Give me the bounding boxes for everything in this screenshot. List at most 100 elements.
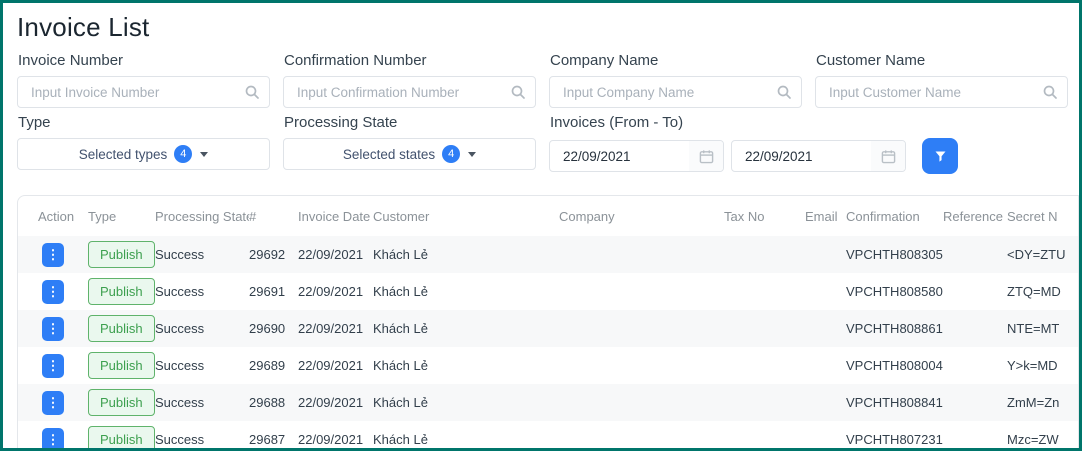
type-badge: Publish xyxy=(88,278,155,305)
type-count-badge: 4 xyxy=(174,145,192,163)
table-row: ⋮ Publish Success 29691 22/09/2021 Khách… xyxy=(18,273,1079,310)
row-invoice-date: 22/09/2021 xyxy=(298,247,373,262)
more-vertical-icon: ⋮ xyxy=(47,285,60,298)
more-vertical-icon: ⋮ xyxy=(47,396,60,409)
row-customer: Khách Lẻ xyxy=(373,284,559,299)
more-vertical-icon: ⋮ xyxy=(47,248,60,261)
table-row: ⋮ Publish Success 29689 22/09/2021 Khách… xyxy=(18,347,1079,384)
calendar-icon[interactable] xyxy=(689,141,723,171)
row-actions-button[interactable]: ⋮ xyxy=(42,391,64,415)
row-invoice-date: 22/09/2021 xyxy=(298,284,373,299)
row-number: 29687 xyxy=(249,432,298,447)
type-label: Type xyxy=(18,114,270,131)
row-customer: Khách Lẻ xyxy=(373,358,559,373)
invoice-number-filter: Invoice Number xyxy=(17,52,270,108)
row-secret: ZmM=Zn xyxy=(1007,395,1079,410)
filter-row-2: Type Selected types 4 Processing State S… xyxy=(17,114,1065,174)
invoice-number-input[interactable] xyxy=(17,76,270,108)
type-badge: Publish xyxy=(88,241,155,268)
customer-name-label: Customer Name xyxy=(816,52,1068,69)
row-state: Success xyxy=(155,247,249,262)
app-frame: Invoice List Invoice Number Confirmation… xyxy=(0,0,1082,451)
type-badge: Publish xyxy=(88,315,155,342)
apply-filter-button[interactable] xyxy=(922,138,958,174)
row-confirmation: VPCHTH807231 xyxy=(846,432,943,447)
col-tax-no: Tax No xyxy=(724,209,805,224)
row-actions-button[interactable]: ⋮ xyxy=(42,354,64,378)
chevron-down-icon xyxy=(200,152,208,157)
col-secret: Secret N xyxy=(1007,209,1079,224)
row-actions-button[interactable]: ⋮ xyxy=(42,280,64,304)
company-name-filter: Company Name xyxy=(549,52,802,108)
col-customer: Customer xyxy=(373,209,559,224)
col-confirmation: Confirmation xyxy=(846,209,943,224)
col-processing-state: Processing State xyxy=(155,209,249,224)
processing-state-count-badge: 4 xyxy=(442,145,460,163)
row-confirmation: VPCHTH808004 xyxy=(846,358,943,373)
invoice-number-label: Invoice Number xyxy=(18,52,270,69)
type-badge: Publish xyxy=(88,389,155,416)
col-number: # xyxy=(249,209,298,224)
row-customer: Khách Lẻ xyxy=(373,432,559,447)
col-invoice-date: Invoice Date xyxy=(298,209,373,224)
row-actions-button[interactable]: ⋮ xyxy=(42,243,64,267)
row-state: Success xyxy=(155,284,249,299)
row-number: 29692 xyxy=(249,247,298,262)
type-badge: Publish xyxy=(88,352,155,379)
row-number: 29689 xyxy=(249,358,298,373)
invoice-table-card: Action Type Processing State # Invoice D… xyxy=(17,195,1079,451)
row-confirmation: VPCHTH808841 xyxy=(846,395,943,410)
processing-state-filter: Processing State Selected states 4 xyxy=(283,114,536,174)
filter-row-1: Invoice Number Confirmation Number xyxy=(17,52,1065,108)
table-row: ⋮ Publish Success 29690 22/09/2021 Khách… xyxy=(18,310,1079,347)
col-action: Action xyxy=(38,209,88,224)
type-dropdown[interactable]: Selected types 4 xyxy=(17,138,270,170)
confirmation-number-input[interactable] xyxy=(283,76,536,108)
filter-panel: Invoice Number Confirmation Number xyxy=(17,52,1065,174)
type-dropdown-text: Selected types xyxy=(79,147,168,162)
row-invoice-date: 22/09/2021 xyxy=(298,432,373,447)
more-vertical-icon: ⋮ xyxy=(47,322,60,335)
confirmation-number-label: Confirmation Number xyxy=(284,52,536,69)
table-row: ⋮ Publish Success 29687 22/09/2021 Khách… xyxy=(18,421,1079,451)
row-state: Success xyxy=(155,358,249,373)
chevron-down-icon xyxy=(468,152,476,157)
row-actions-button[interactable]: ⋮ xyxy=(42,317,64,341)
row-actions-button[interactable]: ⋮ xyxy=(42,428,64,451)
col-reference: Reference xyxy=(943,209,1007,224)
col-company: Company xyxy=(559,209,724,224)
row-customer: Khách Lẻ xyxy=(373,321,559,336)
customer-name-input[interactable] xyxy=(815,76,1068,108)
col-email: Email xyxy=(805,209,846,224)
row-secret: Y>k=MD xyxy=(1007,358,1079,373)
row-secret: ZTQ=MD xyxy=(1007,284,1079,299)
row-invoice-date: 22/09/2021 xyxy=(298,395,373,410)
table-row: ⋮ Publish Success 29692 22/09/2021 Khách… xyxy=(18,236,1079,273)
row-secret: <DY=ZTU xyxy=(1007,247,1079,262)
type-filter: Type Selected types 4 xyxy=(17,114,270,174)
company-name-input[interactable] xyxy=(549,76,802,108)
row-number: 29690 xyxy=(249,321,298,336)
more-vertical-icon: ⋮ xyxy=(47,359,60,372)
row-confirmation: VPCHTH808580 xyxy=(846,284,943,299)
row-confirmation: VPCHTH808305 xyxy=(846,247,943,262)
row-invoice-date: 22/09/2021 xyxy=(298,321,373,336)
row-state: Success xyxy=(155,395,249,410)
row-state: Success xyxy=(155,432,249,447)
row-customer: Khách Lẻ xyxy=(373,247,559,262)
row-secret: NTE=MT xyxy=(1007,321,1079,336)
processing-state-dropdown-text: Selected states xyxy=(343,147,435,162)
invoice-table: Action Type Processing State # Invoice D… xyxy=(18,196,1079,451)
row-confirmation: VPCHTH808861 xyxy=(846,321,943,336)
processing-state-dropdown[interactable]: Selected states 4 xyxy=(283,138,536,170)
table-header-row: Action Type Processing State # Invoice D… xyxy=(18,196,1079,236)
type-badge: Publish xyxy=(88,426,155,451)
row-number: 29688 xyxy=(249,395,298,410)
row-customer: Khách Lẻ xyxy=(373,395,559,410)
row-invoice-date: 22/09/2021 xyxy=(298,358,373,373)
processing-state-label: Processing State xyxy=(284,114,536,131)
col-type: Type xyxy=(88,209,155,224)
page-title: Invoice List xyxy=(17,12,1079,43)
calendar-icon[interactable] xyxy=(871,141,905,171)
company-name-label: Company Name xyxy=(550,52,802,69)
